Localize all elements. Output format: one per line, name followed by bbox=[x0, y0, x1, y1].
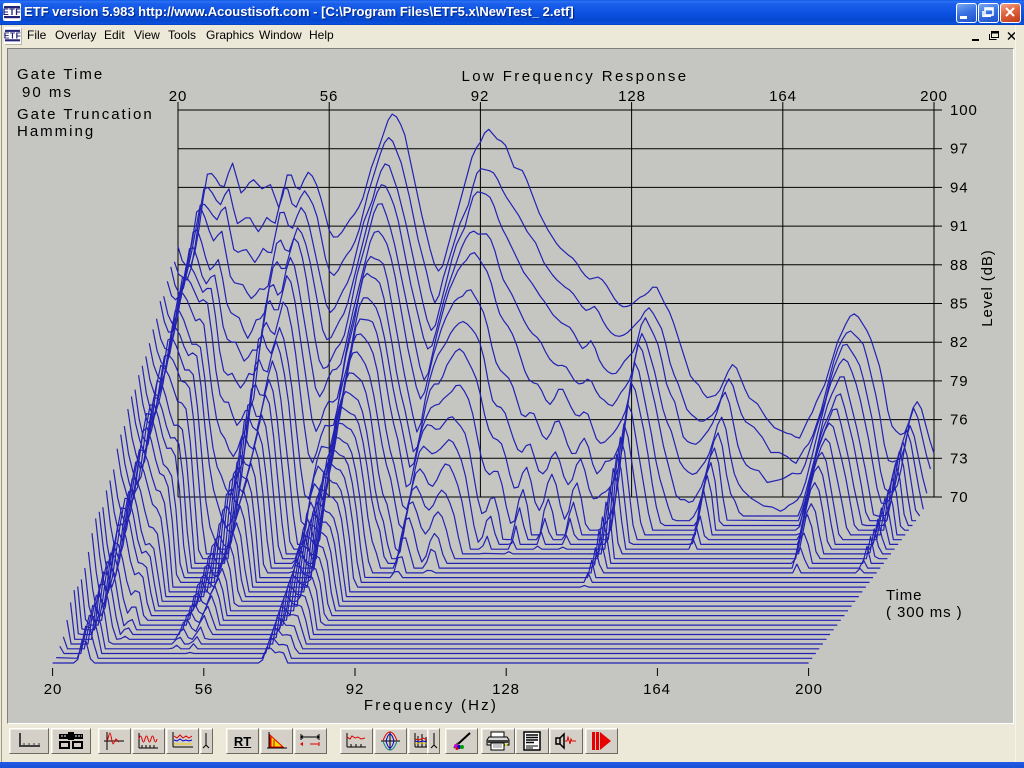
svg-text:92: 92 bbox=[471, 88, 490, 105]
svg-text:90 ms: 90 ms bbox=[22, 84, 73, 101]
svg-text:Gate Truncation: Gate Truncation bbox=[17, 106, 154, 123]
svg-text:20: 20 bbox=[44, 681, 63, 698]
svg-text:88: 88 bbox=[950, 257, 969, 274]
svg-text:ETF: ETF bbox=[3, 7, 21, 17]
svg-text:70: 70 bbox=[950, 489, 969, 506]
svg-text:164: 164 bbox=[643, 681, 671, 698]
svg-text:73: 73 bbox=[950, 450, 969, 467]
svg-text:79: 79 bbox=[950, 373, 969, 390]
svg-text:82: 82 bbox=[950, 334, 969, 351]
svg-text:Low Frequency Response: Low Frequency Response bbox=[461, 68, 688, 85]
svg-text:76: 76 bbox=[950, 412, 969, 429]
svg-text:56: 56 bbox=[195, 681, 214, 698]
svg-text:92: 92 bbox=[346, 681, 365, 698]
svg-text:100: 100 bbox=[950, 102, 978, 119]
svg-text:164: 164 bbox=[769, 88, 797, 105]
svg-text:( 300 ms ): ( 300 ms ) bbox=[886, 604, 963, 621]
svg-text:ETF: ETF bbox=[4, 31, 21, 41]
svg-text:56: 56 bbox=[320, 88, 339, 105]
svg-text:Gate Time: Gate Time bbox=[17, 66, 104, 83]
svg-text:20: 20 bbox=[169, 88, 188, 105]
svg-text:85: 85 bbox=[950, 296, 969, 313]
svg-text:94: 94 bbox=[950, 179, 969, 196]
svg-text:200: 200 bbox=[920, 88, 948, 105]
svg-text:128: 128 bbox=[618, 88, 646, 105]
svg-text:Hamming: Hamming bbox=[17, 123, 95, 140]
svg-text:128: 128 bbox=[492, 681, 520, 698]
svg-text:200: 200 bbox=[795, 681, 823, 698]
svg-text:Time: Time bbox=[886, 587, 922, 604]
svg-text:97: 97 bbox=[950, 141, 969, 158]
svg-text:Level (dB): Level (dB) bbox=[979, 249, 996, 326]
svg-text:91: 91 bbox=[950, 218, 969, 235]
svg-text:Frequency (Hz): Frequency (Hz) bbox=[364, 697, 498, 714]
